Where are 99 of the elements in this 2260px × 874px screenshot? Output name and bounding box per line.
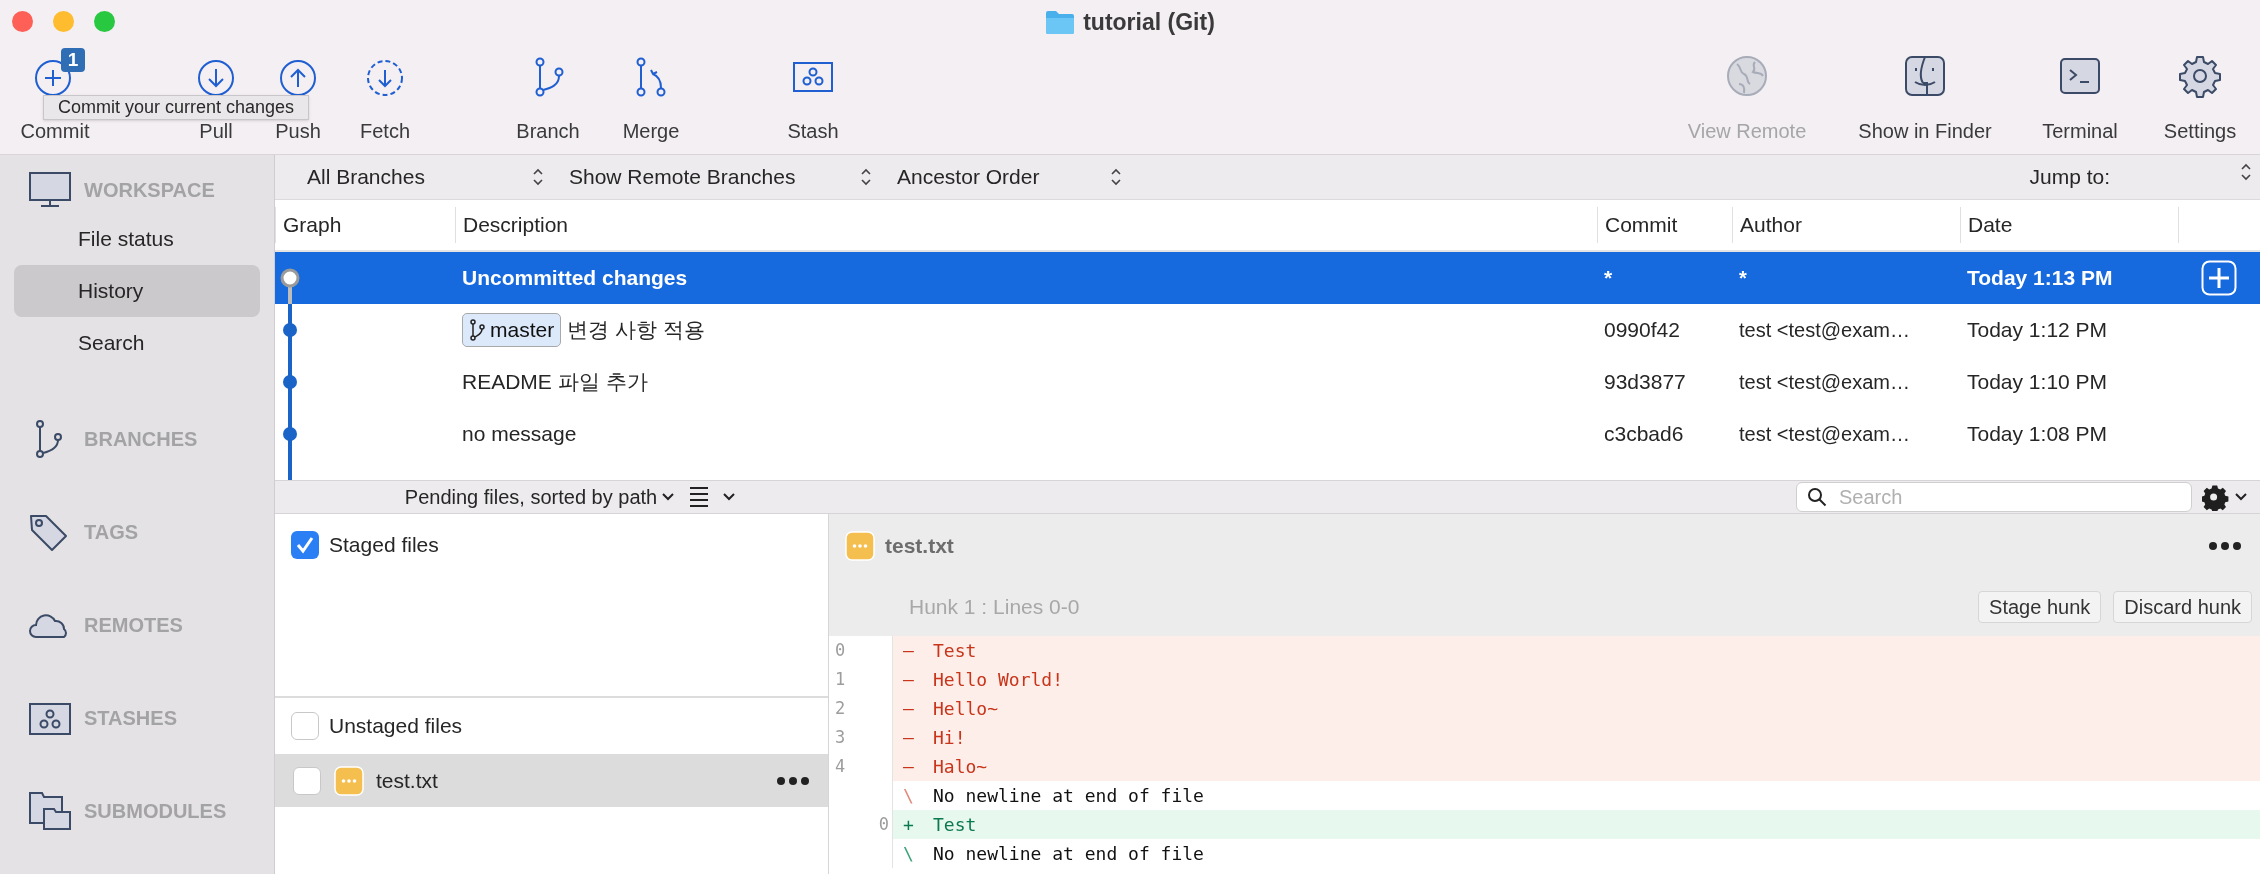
line-number: 0 (877, 812, 889, 836)
file-name: test.txt (376, 767, 438, 794)
date-cell-text: Today 1:12 PM (1966, 317, 2109, 344)
code-text: Test (933, 639, 977, 663)
settings-icon (2178, 54, 2222, 98)
code-text: No newline at end of file (933, 842, 1204, 866)
code-text: Test (933, 813, 977, 837)
up-down-chevron-icon (860, 168, 872, 186)
sidebar-item[interactable]: File status (14, 213, 260, 265)
tooltip: Commit your current changes (43, 95, 310, 120)
chevron-down-icon (661, 492, 676, 502)
toolbar-button[interactable]: Settings (2163, 54, 2237, 146)
toolbar-button[interactable]: Terminal (2042, 54, 2118, 146)
file-row[interactable]: test.txt (275, 754, 828, 807)
commit-hash: * (1603, 265, 1614, 292)
close-window-button[interactable] (12, 11, 33, 32)
dropdown[interactable]: All Branches (307, 161, 544, 193)
window-title: tutorial (Git) (1083, 7, 1215, 37)
branch-tag[interactable]: master (462, 313, 562, 347)
branch-icon (469, 319, 485, 341)
graph-line (288, 460, 292, 480)
commit-message: 변경 사항 적용 (567, 317, 705, 344)
diff-marker: – (903, 668, 915, 692)
author-cell-text: test <test@exam… (1738, 370, 1911, 395)
toolbar-button[interactable]: Fetch (360, 54, 410, 146)
column-header[interactable]: Commit (1597, 207, 1732, 243)
dropdown[interactable]: Ancestor Order (897, 161, 1122, 193)
commit-message: README 파일 추가 (462, 369, 648, 396)
line-number: 4 (834, 754, 847, 778)
line-number: 3 (834, 725, 847, 749)
diff-marker: + (903, 813, 915, 837)
history-row[interactable]: no message c3cbad6 test <test@exam… Today 1:08 PM (275, 408, 2260, 460)
author-cell-text: test <test@exam… (1738, 422, 1911, 447)
history-row[interactable]: master 변경 사항 적용 0990f42 test <test@exam… Today 1:12 PM (275, 304, 2260, 356)
toolbar-button[interactable]: Stash (787, 54, 839, 146)
finder-face-icon (1903, 54, 1947, 98)
search-field[interactable]: Search (1796, 482, 2192, 512)
commit-hash: 0990f42 (1603, 317, 1681, 344)
file-status-icon (845, 531, 875, 561)
globe-icon (1725, 54, 1769, 98)
diff-marker: \ (903, 842, 915, 866)
file-status-icon (334, 765, 364, 796)
commit-hash: c3cbad6 (1603, 421, 1685, 448)
sidebar-item[interactable]: History (14, 265, 260, 317)
up-down-chevron-icon (1110, 168, 1122, 186)
diff-marker: \ (903, 784, 915, 808)
toolbar-button[interactable]: Branch (516, 54, 580, 146)
date-cell-text: Today 1:10 PM (1966, 369, 2109, 396)
date-cell-text: Today 1:08 PM (1966, 421, 2109, 448)
line-number: 2 (834, 696, 847, 720)
column-header[interactable]: Date (1960, 207, 2178, 243)
diff-marker: – (903, 755, 915, 779)
up-down-chevron-icon (532, 168, 544, 186)
author-cell-text: * (1738, 266, 1748, 291)
search-icon (1807, 487, 1827, 507)
diff-marker: – (903, 639, 915, 663)
hunk-button[interactable]: Discard hunk (2113, 591, 2252, 623)
line-number: 0 (834, 638, 847, 662)
sort-dropdown[interactable]: Pending files, sorted by path (404, 482, 676, 512)
hunk-button[interactable]: Stage hunk (1978, 591, 2102, 623)
date-cell-text: Today 1:13 PM (1966, 265, 2114, 292)
column-header[interactable]: Description (455, 207, 1597, 243)
checkbox[interactable] (291, 712, 319, 740)
diff-marker: – (903, 697, 915, 721)
more-icon[interactable] (2208, 541, 2242, 551)
dropdown[interactable]: Show Remote Branches (569, 161, 872, 193)
line-number: 1 (834, 667, 847, 691)
column-header[interactable]: Graph (275, 207, 455, 243)
count-badge: 1 (61, 48, 85, 72)
sidebar-item[interactable]: Search (14, 317, 260, 369)
diff-marker: – (903, 726, 915, 750)
checkbox[interactable] (291, 530, 319, 559)
code-text: Hello~ (933, 697, 999, 721)
code-text: No newline at end of file (933, 784, 1204, 808)
column-header[interactable]: Author (1732, 207, 1960, 243)
settings-dropdown[interactable] (2202, 483, 2250, 511)
checkbox[interactable] (293, 766, 321, 795)
history-row[interactable]: README 파일 추가 93d3877 test <test@exam… Today 1:10 PM (275, 356, 2260, 408)
section-label: Staged files (329, 532, 439, 558)
author-cell-text: test <test@exam… (1738, 318, 1911, 343)
code-text: Hello World! (933, 668, 1064, 692)
history-row[interactable]: Uncommitted changes * * Today 1:13 PM (275, 252, 2260, 304)
hunk-title: Hunk 1 : Lines 0-0 (909, 594, 1080, 621)
folders-icon (28, 791, 72, 831)
jump-to-label: Jump to: (2029, 164, 2110, 191)
commit-message: Uncommitted changes (462, 265, 688, 292)
up-down-chevron-icon[interactable] (2240, 163, 2252, 181)
section-label: Unstaged files (329, 713, 463, 740)
code-text: Halo~ (933, 755, 988, 779)
commit-hash: 93d3877 (1603, 369, 1687, 396)
code-text: Hi! (933, 726, 966, 750)
toolbar-button[interactable]: Show in Finder (1858, 54, 1992, 146)
file-title: test.txt (885, 533, 954, 560)
toolbar-button[interactable]: Merge (622, 54, 680, 146)
monitor-icon (28, 170, 72, 210)
more-icon[interactable] (776, 775, 810, 786)
folder-icon (1045, 9, 1076, 35)
commit-message: no message (462, 421, 577, 448)
add-button[interactable] (2201, 260, 2237, 296)
